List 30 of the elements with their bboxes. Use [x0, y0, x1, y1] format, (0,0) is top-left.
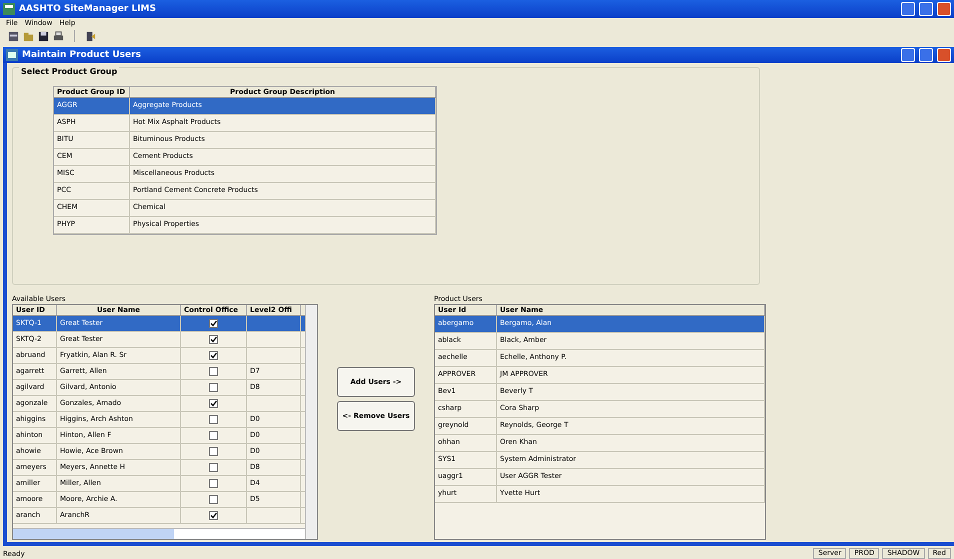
minimize-button[interactable]	[901, 2, 915, 16]
minimize-button[interactable]	[901, 48, 915, 62]
checkbox[interactable]	[209, 335, 218, 344]
checkbox[interactable]	[209, 367, 218, 376]
close-button[interactable]	[937, 48, 951, 62]
checkbox[interactable]	[209, 463, 218, 472]
horizontal-scrollbar[interactable]	[13, 528, 305, 539]
close-button[interactable]	[937, 2, 951, 16]
save-icon[interactable]	[38, 30, 49, 42]
checkbox[interactable]	[209, 447, 218, 456]
vertical-scrollbar[interactable]	[305, 305, 317, 539]
restore-button[interactable]	[919, 48, 933, 62]
child-window-title: Maintain Product Users	[22, 50, 141, 60]
app-icon	[3, 3, 15, 15]
checkbox[interactable]	[209, 495, 218, 504]
checkbox[interactable]	[209, 415, 218, 424]
checkbox[interactable]	[209, 431, 218, 440]
checkbox[interactable]	[209, 383, 218, 392]
group-label: Select Product Group	[19, 67, 120, 76]
window-title: AASHTO SiteManager LIMS	[19, 4, 156, 14]
window-icon	[6, 49, 18, 61]
checkbox[interactable]	[209, 399, 218, 408]
checkbox[interactable]	[209, 479, 218, 488]
checkbox[interactable]	[209, 511, 218, 520]
checkbox[interactable]	[209, 351, 218, 360]
maximize-button[interactable]	[919, 2, 933, 16]
checkbox[interactable]	[209, 319, 218, 328]
grid-icon[interactable]	[8, 30, 19, 42]
printer-icon[interactable]	[53, 30, 64, 42]
exit-icon[interactable]	[85, 30, 96, 42]
